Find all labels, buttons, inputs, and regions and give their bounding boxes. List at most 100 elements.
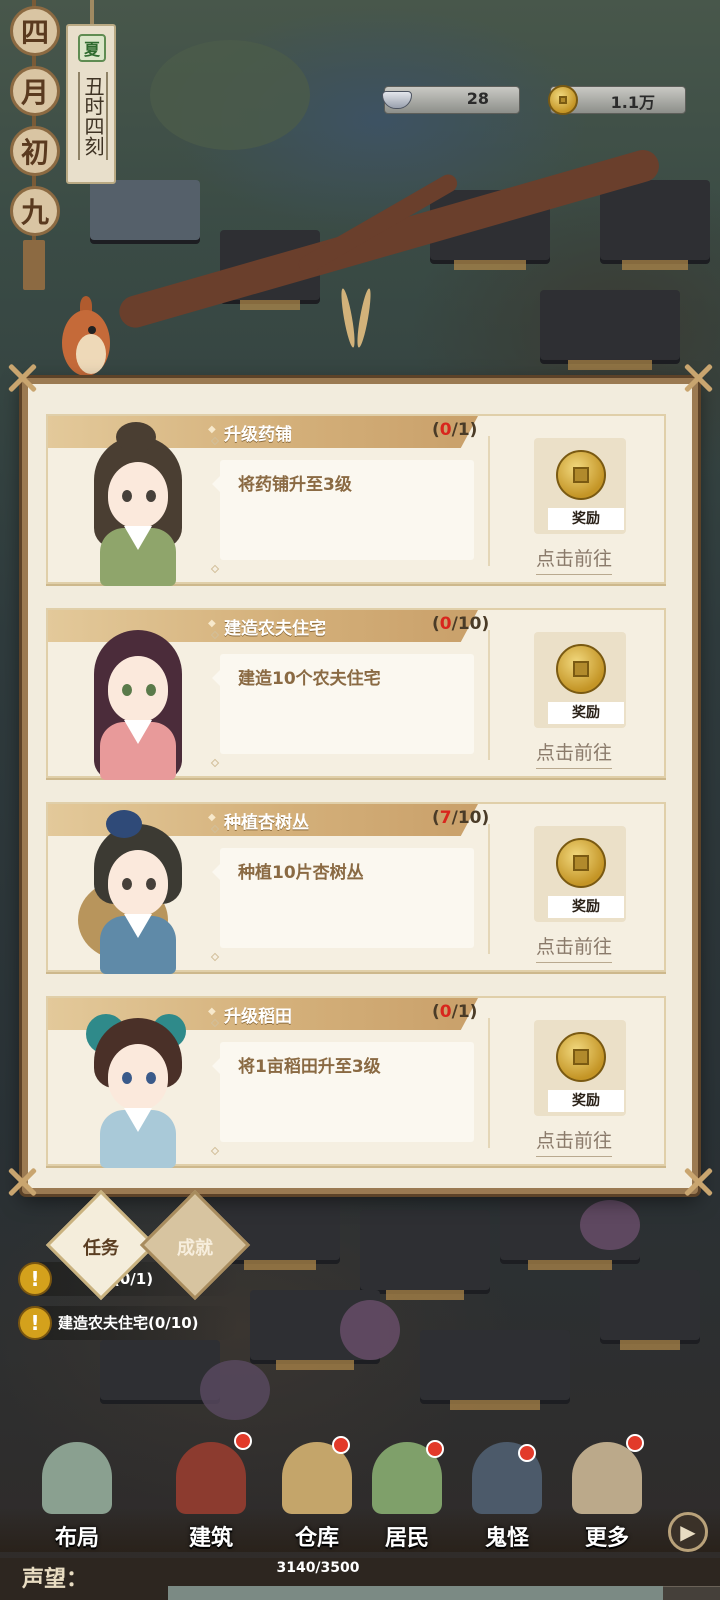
nav-label: 居民 — [384, 1525, 429, 1551]
task-description: 种植10片杏树丛 — [212, 848, 474, 948]
date-char: 九 — [10, 186, 60, 236]
go-to-task-link[interactable]: 点击前往 — [536, 1126, 613, 1157]
time-text: 丑时四刻 — [78, 72, 108, 160]
card-divider — [488, 630, 490, 760]
reputation-fill — [168, 1586, 663, 1600]
reward-box: 奖励 — [534, 1020, 626, 1116]
pharmacist-portrait — [66, 422, 206, 586]
task-progress: (7/10) — [432, 808, 490, 828]
building-roof — [600, 1270, 700, 1350]
nav-label: 更多 — [584, 1525, 629, 1551]
card-divider — [488, 436, 490, 566]
tracked-quest-text: 建造农夫住宅(0/10) — [58, 1314, 199, 1332]
reward-label: 奖励 — [548, 508, 624, 530]
coin-value: 1.1万 — [610, 93, 655, 112]
nav-more[interactable]: 更多 — [552, 1420, 662, 1551]
building-roof — [360, 1210, 490, 1300]
ingot-value: 28 — [466, 89, 489, 108]
copper-coin-icon — [556, 450, 606, 500]
tab-achievements-label: 成就 — [177, 1238, 213, 1259]
tracked-quest[interactable]: ! 建造农夫住宅(0/10) — [18, 1306, 238, 1340]
hanging-knot-icon — [338, 287, 378, 378]
time-tag-hook — [90, 0, 94, 26]
nav-label: 建筑 — [188, 1525, 233, 1551]
progress-total: /10 — [451, 614, 482, 634]
frame-corner-icon — [684, 364, 712, 392]
card-divider — [488, 1018, 490, 1148]
task-title: 升级药铺 — [224, 425, 292, 445]
task-progress: (0/1) — [432, 420, 478, 440]
date-char: 初 — [10, 126, 60, 176]
go-to-task-link[interactable]: 点击前往 — [536, 738, 613, 769]
farmer-portrait — [66, 810, 206, 974]
reputation-value: 3140/3500 — [276, 1560, 360, 1576]
nav-residents[interactable]: 居民 — [352, 1420, 462, 1551]
nav-label: 布局 — [54, 1525, 99, 1551]
more-icon — [572, 1442, 642, 1514]
copper-coin-icon — [556, 1032, 606, 1082]
coin-counter[interactable]: 1.1万 — [548, 85, 686, 115]
exclamation-icon: ! — [18, 1262, 52, 1296]
progress-total: /1 — [451, 420, 470, 440]
nav-layout[interactable]: 布局 — [22, 1420, 132, 1551]
nav-spirits[interactable]: 鬼怪 — [452, 1420, 562, 1551]
notification-dot — [426, 1440, 444, 1458]
notification-dot — [332, 1436, 350, 1454]
reward-label: 奖励 — [548, 1090, 624, 1112]
time-tag[interactable]: 夏 丑时四刻 — [66, 24, 116, 184]
date-char: 四 — [10, 6, 60, 56]
progress-current: 0 — [439, 1002, 452, 1022]
bridge — [90, 180, 200, 240]
frame-corner-icon — [8, 364, 36, 392]
garden-trees — [150, 40, 310, 150]
go-to-task-link[interactable]: 点击前往 — [536, 544, 613, 575]
tab-tasks-label: 任务 — [83, 1238, 119, 1259]
go-to-task-link[interactable]: 点击前往 — [536, 932, 613, 963]
reward-label: 奖励 — [548, 702, 624, 724]
chevron-right-icon[interactable]: ▶ — [668, 1512, 708, 1552]
blossom-tree — [340, 1300, 400, 1360]
frame-corner-icon — [684, 1168, 712, 1196]
noblewoman-portrait — [66, 616, 206, 780]
task-description: 将药铺升至3级 — [212, 460, 474, 560]
reward-box: 奖励 — [534, 438, 626, 534]
exclamation-icon: ! — [18, 1306, 52, 1340]
task-card: 升级药铺 (0/1) 将药铺升至3级 奖励 点击前往 — [46, 414, 666, 586]
nav-label: 鬼怪 — [484, 1525, 529, 1551]
date-char: 月 — [10, 66, 60, 116]
card-divider — [488, 824, 490, 954]
task-card: 升级稻田 (0/1) 将1亩稻田升至3级 奖励 点击前往 — [46, 996, 666, 1168]
task-description: 建造10个农夫住宅 — [212, 654, 474, 754]
building-roof — [540, 290, 680, 370]
silver-ingot-icon — [379, 82, 415, 118]
task-title: 建造农夫住宅 — [224, 619, 326, 639]
task-title: 升级稻田 — [224, 1007, 292, 1027]
quail-mascot[interactable] — [58, 292, 114, 382]
progress-current: 0 — [439, 614, 452, 634]
nav-buildings[interactable]: 建筑 — [156, 1420, 266, 1551]
blossom-tree — [580, 1200, 640, 1250]
season-badge: 夏 — [78, 34, 106, 62]
progress-total: /1 — [451, 1002, 470, 1022]
reward-box: 奖励 — [534, 632, 626, 728]
blossom-tree — [200, 1360, 270, 1420]
task-progress: (0/1) — [432, 1002, 478, 1022]
notification-dot — [234, 1432, 252, 1450]
layout-icon — [42, 1442, 112, 1514]
task-title: 种植杏树丛 — [224, 813, 309, 833]
calendar-tassel — [23, 240, 45, 290]
task-card: 种植杏树丛 (7/10) 种植10片杏树丛 奖励 点击前往 — [46, 802, 666, 974]
progress-current: 7 — [439, 808, 452, 828]
copper-coin-icon — [556, 644, 606, 694]
progress-current: 0 — [439, 420, 452, 440]
task-progress: (0/10) — [432, 614, 490, 634]
notification-dot — [518, 1444, 536, 1462]
ingot-counter[interactable]: 28 — [382, 86, 520, 114]
reward-box: 奖励 — [534, 826, 626, 922]
copper-coin-icon — [556, 838, 606, 888]
calendar-column: 四 月 初 九 — [6, 0, 62, 290]
frame-corner-icon — [8, 1168, 36, 1196]
reputation-label: 声望： — [22, 1566, 89, 1592]
progress-total: /10 — [451, 808, 482, 828]
reward-label: 奖励 — [548, 896, 624, 918]
